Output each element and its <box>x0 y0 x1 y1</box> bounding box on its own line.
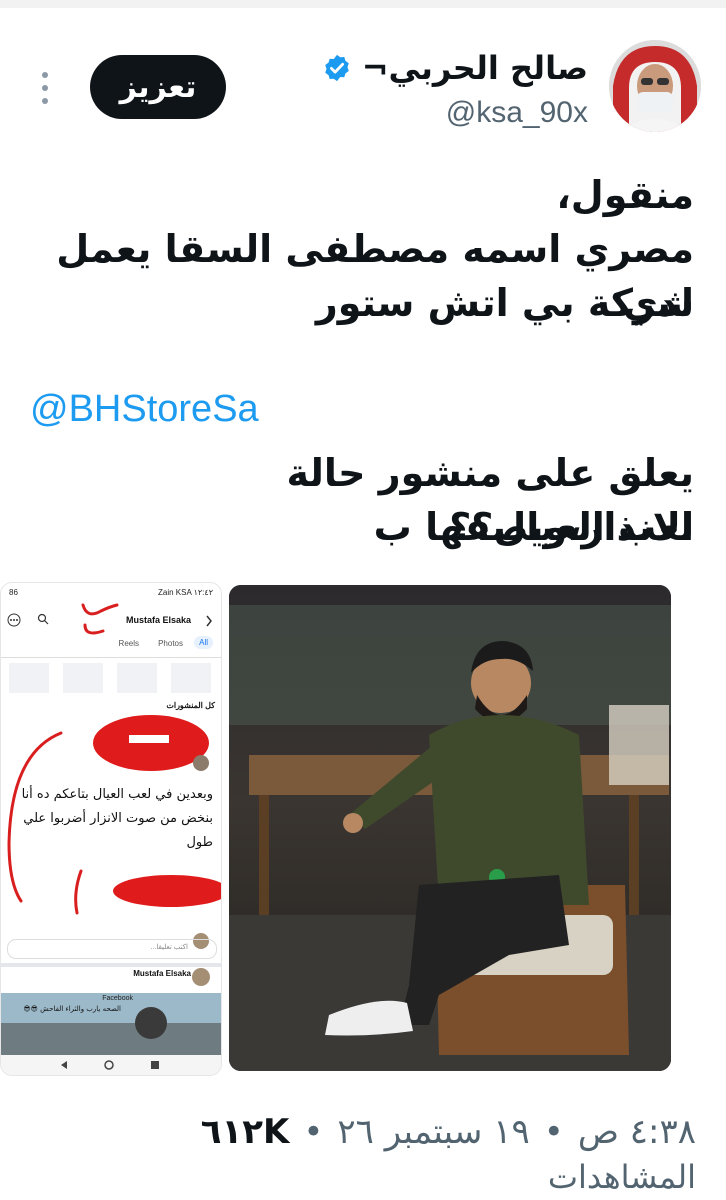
fb-post-separator <box>1 963 221 967</box>
tweet-text-line: لعب العيال؟؟ <box>449 505 694 549</box>
attached-photo-image[interactable] <box>229 585 671 1071</box>
verified-badge-icon <box>324 54 349 82</box>
comment-line: بنخض من صوت الانزار أضربوا علي <box>23 811 213 826</box>
views-count[interactable]: ٦١٢K <box>201 1112 290 1152</box>
top-divider <box>0 0 726 8</box>
man-seated-photo <box>229 585 671 1071</box>
tweet-time: ٤:٣٨ ص <box>577 1112 696 1152</box>
fb-post-caption: الصحه يارب والثراء الفاحش 😎😎 <box>23 1005 121 1013</box>
tweet-text-line: منقول، <box>556 173 694 217</box>
author-handle[interactable]: @ksa_90x <box>446 96 588 130</box>
boost-button[interactable]: تعزيز <box>90 55 226 119</box>
comment-line: طول <box>186 835 213 850</box>
mention-link[interactable]: @BHStoreSa <box>30 388 259 431</box>
tweet-meta-row: ٤:٣٨ ص • ١٩ سبتمبر ٢٦ • ٦١٢K <box>201 1112 696 1152</box>
tweet-date: ١٩ سبتمبر ٢٦ <box>337 1112 530 1152</box>
views-label: المشاهدات <box>547 1158 696 1196</box>
more-options-icon[interactable] <box>36 70 54 106</box>
fb-second-post-name: Mustafa Elsaka <box>133 969 191 978</box>
add-comment-placeholder: اكتب تعليقا... <box>150 944 188 951</box>
meta-separator: • <box>543 1112 564 1152</box>
author-name-row[interactable]: صالح الحربي¬ <box>322 46 588 90</box>
attached-screenshot-image[interactable]: 86 Zain KSA ١٢:٤٢ Mustafa Elsaka All Pho… <box>0 582 222 1076</box>
meta-separator: • <box>303 1112 324 1152</box>
fb-comment-text: وبعدين في لعب العيال بتاعكم ده أنا بنخض … <box>7 783 213 855</box>
phone-nav-bar <box>1 1055 221 1075</box>
fb-second-post-image: Facebook الصحه يارب والثراء الفاحش 😎😎 <box>1 993 221 1055</box>
tweet-text-line: شركة بي اتش ستور <box>315 281 694 325</box>
profile-avatar[interactable] <box>609 40 701 132</box>
comment-line: وبعدين في لعب العيال بتاعكم ده أنا <box>21 787 213 802</box>
author-display-name[interactable]: صالح الحربي¬ <box>362 49 588 87</box>
fb-post-source: Facebook <box>102 995 133 1002</box>
fb-add-comment-field: اكتب تعليقا... <box>7 939 217 959</box>
